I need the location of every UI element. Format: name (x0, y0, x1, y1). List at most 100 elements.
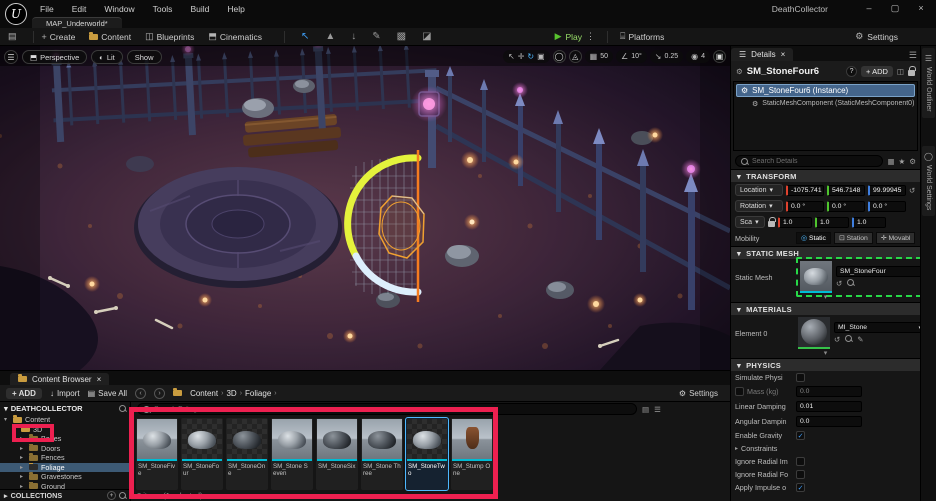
rotation-dropdown[interactable]: Rotation ▾ (735, 200, 783, 212)
view-mode-dropdown[interactable]: ◐ Lit (91, 50, 123, 64)
scale-lock-icon[interactable] (768, 216, 776, 227)
add-component-button[interactable]: + ADD (861, 65, 893, 77)
asset-tile[interactable]: SM_StoneOne (226, 418, 268, 490)
folder-fences[interactable]: ▸ Fences (0, 453, 130, 463)
editor-settings-button[interactable]: ⚙ Settings (855, 31, 898, 42)
brush-edit-mode-icon[interactable]: ✎ (372, 31, 380, 42)
constraints-row[interactable]: ▸ Constraints (731, 442, 920, 455)
fracture-mode-icon[interactable]: ◪ (422, 31, 431, 42)
menu-file[interactable]: File (40, 4, 54, 14)
apply-impulse-checkbox[interactable]: ✓ (796, 483, 805, 492)
material-thumbnail[interactable] (798, 317, 830, 349)
rotation-x-field[interactable]: 0.0 ° (786, 200, 824, 212)
menu-edit[interactable]: Edit (72, 4, 87, 14)
cb-back-icon[interactable]: ‹ (135, 387, 147, 399)
info-icon[interactable]: ? (846, 65, 858, 77)
camera-speed-control[interactable]: ◉ 4 (686, 50, 710, 63)
component-row-staticmesh[interactable]: ⚙ StaticMeshComponent (StaticMeshCompone… (736, 97, 915, 110)
world-settings-tab[interactable]: ◯ World Settings (922, 145, 935, 216)
constraints-expand-icon[interactable]: ▸ (735, 445, 738, 452)
unreal-logo-icon[interactable]: U (5, 3, 27, 25)
rotate-tool-icon[interactable]: ↻ (527, 52, 534, 61)
details-tab[interactable]: ☰ Details × (731, 48, 794, 61)
blueprint-convert-icon[interactable]: ◫ (897, 67, 904, 76)
folder-foliage[interactable]: ▸ Foliage (0, 462, 130, 472)
cb-save-all-button[interactable]: ▤ Save All (88, 389, 127, 398)
mesh-paint-mode-icon[interactable]: ▩ (397, 31, 406, 42)
details-search-input[interactable] (735, 155, 884, 167)
cb-forward-icon[interactable]: › (154, 387, 166, 399)
viewport-options-menu[interactable]: ☰ (4, 50, 18, 64)
grid-snap-control[interactable]: ▦ 50 (584, 50, 614, 63)
asset-tile[interactable]: SM_StoneFive (136, 418, 178, 490)
folder-doors[interactable]: ▸ Doors (0, 443, 130, 454)
level-tab[interactable]: MAP_Underworld* (32, 17, 122, 28)
asset-tile[interactable]: SM_Stone Three (361, 418, 403, 490)
enable-gravity-checkbox[interactable]: ✓ (796, 431, 805, 440)
menu-build[interactable]: Build (190, 4, 209, 14)
lock-icon[interactable] (908, 65, 916, 76)
world-space-toggle-icon[interactable]: ◯ (552, 50, 566, 63)
minimize-button[interactable]: – (856, 0, 882, 16)
add-collection-icon[interactable]: + (107, 491, 116, 500)
location-x-field[interactable]: -1075.741 (786, 184, 824, 196)
linear-damping-field[interactable]: 0.01 (796, 401, 862, 412)
collections-search-icon[interactable] (119, 492, 126, 499)
panel-menu-icon[interactable]: ☰ (909, 50, 917, 61)
select-mode-icon[interactable]: ↖ (301, 31, 309, 42)
cb-settings-button[interactable]: ⚙ Settings (679, 389, 718, 398)
tree-search-icon[interactable] (119, 405, 126, 412)
menu-tools[interactable]: Tools (153, 4, 173, 14)
mobility-movable-button[interactable]: ✛ Movabl (875, 232, 916, 244)
save-search-icon[interactable]: ▤ (642, 405, 649, 414)
rotation-snap-control[interactable]: ∠ 10° (616, 50, 647, 63)
folder-content[interactable]: ▾ Content (0, 415, 130, 425)
translate-tool-icon[interactable]: ✛ (518, 52, 525, 61)
expand-materials-chevron[interactable]: ▾ (731, 350, 920, 358)
asset-tile[interactable]: SM_Stone Seven (271, 418, 313, 490)
foliage-mode-icon[interactable]: ↓ (351, 31, 356, 42)
create-button[interactable]: + Create (42, 32, 76, 42)
close-button[interactable]: × (908, 0, 934, 16)
play-icon[interactable]: ▶ (555, 31, 562, 42)
breadcrumb-foliage[interactable]: Foliage (245, 389, 271, 398)
filter-icon[interactable]: ☰ (654, 405, 661, 414)
show-dropdown[interactable]: Show (126, 50, 162, 64)
expand-section-chevron[interactable]: ▾ (731, 294, 920, 302)
collections-row[interactable]: ▸ COLLECTIONS + (0, 489, 130, 501)
tree-root[interactable]: ▾ DEATHCOLLECTOR (0, 402, 130, 415)
rotation-z-field[interactable]: 0.0 ° (868, 200, 906, 212)
asset-tile[interactable]: SM_StoneSix (316, 418, 358, 490)
surface-snap-icon[interactable]: ◬ (568, 50, 582, 63)
asset-tile-selected[interactable]: SM_StoneTwo (405, 417, 449, 491)
scale-z-field[interactable]: 1.0 (852, 216, 886, 228)
menu-window[interactable]: Window (104, 4, 134, 14)
simulate-physics-checkbox[interactable] (796, 373, 805, 382)
blueprints-button[interactable]: ◫ Blueprints (145, 31, 194, 42)
static-mesh-asset-picker[interactable]: SM_StoneFour▾ ↺ (796, 257, 920, 297)
mass-override-checkbox[interactable] (735, 387, 744, 396)
browse-to-material-icon[interactable] (845, 335, 853, 342)
location-dropdown[interactable]: Location ▾ (735, 184, 783, 196)
scale-dropdown[interactable]: Sca ▾ (735, 216, 765, 228)
scale-y-field[interactable]: 1.0 (815, 216, 849, 228)
menu-help[interactable]: Help (227, 4, 244, 14)
physics-section-header[interactable]: ▾ PHYSICS (731, 358, 920, 371)
folder-3d[interactable]: ▾ 3D (0, 424, 130, 435)
display-filter-icon[interactable]: ▦ (887, 157, 894, 166)
folder-gravestones[interactable]: ▸ Gravestones (0, 472, 130, 482)
reset-location-icon[interactable]: ↺ (909, 186, 915, 195)
material-asset-picker[interactable]: MI_Stone▾ ↺ ✎ (796, 315, 920, 351)
location-y-field[interactable]: 546.7148 (827, 184, 865, 196)
cb-import-button[interactable]: ↓ Import (50, 389, 80, 398)
scale-tool-icon[interactable]: ▣ (537, 52, 545, 61)
asset-search-input[interactable] (137, 403, 637, 415)
perspective-dropdown[interactable]: ⬒ Perspective (22, 50, 88, 64)
content-button[interactable]: Content (89, 31, 131, 42)
static-mesh-dropdown[interactable]: SM_StoneFour▾ (836, 266, 920, 277)
static-mesh-thumbnail[interactable] (800, 261, 832, 293)
edit-material-icon[interactable]: ✎ (857, 335, 863, 344)
level-viewport[interactable]: ☰ ⬒ Perspective ◐ Lit Show ↖ ✛ ↻ ▣ ◯ ◬ ▦ 50… (0, 46, 730, 370)
folder-bones[interactable]: ▸ Bones (0, 434, 130, 444)
use-selected-asset-icon[interactable]: ↺ (836, 279, 842, 288)
